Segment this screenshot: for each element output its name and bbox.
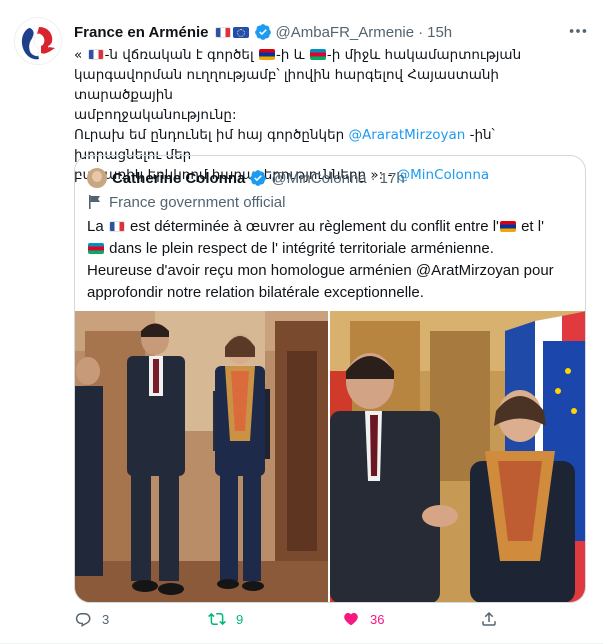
quoted-text-segment: La — [87, 218, 108, 235]
quoted-author-handle[interactable]: @MinColonna — [271, 170, 366, 187]
france-flag-icon — [87, 49, 104, 60]
government-label-text: France government official — [109, 193, 286, 211]
quoted-text-segment: dans le plein respect de l' intégrité te… — [105, 240, 494, 257]
dot-separator: · — [418, 23, 424, 41]
azerbaijan-flag-icon — [309, 49, 326, 60]
tweet-text-segment: -ի միջև հակամարտության — [326, 47, 522, 63]
quoted-tweet-header: Catherine Colonna @MinColonna · 17h — [87, 168, 405, 188]
retweet-count: 9 — [236, 611, 244, 627]
tweet[interactable]: France en Arménie @AmbaFR_Armenie · 15h … — [0, 0, 603, 644]
tweet-text-segment: -ն վճռական է գործել — [104, 47, 258, 63]
verified-badge-icon — [250, 170, 267, 186]
like-count: 36 — [370, 611, 385, 627]
dot-separator: · — [370, 169, 376, 187]
tweet-text-line: ամբողջականությունը: — [74, 107, 237, 123]
author-handle[interactable]: @AmbaFR_Armenie — [276, 24, 415, 41]
tweet-time[interactable]: 15h — [427, 24, 452, 41]
photo-ministers-handshake — [330, 311, 585, 602]
photo-ministers-walking — [75, 311, 328, 602]
tweet-text-segment: « — [74, 47, 87, 63]
tweet-text-segment: Ուրախ եմ ընդունել իմ հայ գործընկեր — [74, 127, 349, 143]
france-flag-icon — [214, 26, 231, 38]
quoted-author-name[interactable]: Catherine Colonna — [112, 170, 245, 187]
retweet-icon — [208, 612, 226, 626]
more-icon[interactable] — [567, 20, 589, 42]
avatar[interactable] — [14, 17, 62, 65]
government-label: France government official — [87, 192, 285, 212]
tweet-text-segment: -ի և — [275, 47, 309, 63]
photo-right[interactable] — [330, 311, 585, 602]
eu-flag-icon — [232, 26, 249, 38]
retweet-button[interactable]: 9 — [208, 605, 243, 633]
share-icon — [482, 611, 496, 626]
quoted-tweet-text: La est déterminée à œuvrer au règlement … — [87, 216, 573, 304]
quoted-text-segment: Heureuse d'avoir reçu mon homologue armé… — [87, 262, 554, 301]
quoted-avatar — [87, 168, 107, 188]
tweet-text-line: կարգավորման ուղղությամբ՝ լիովին հարգելով… — [74, 67, 499, 103]
quoted-text-segment: et l' — [516, 218, 544, 235]
armenia-flag-icon — [258, 49, 275, 60]
reply-icon — [75, 613, 91, 627]
author-name[interactable]: France en Arménie — [74, 24, 209, 41]
photo-left[interactable] — [75, 311, 328, 602]
reply-count: 3 — [102, 611, 110, 627]
quoted-text-segment: est déterminée à œuvrer au règlement du … — [125, 218, 499, 235]
share-button[interactable] — [480, 605, 508, 633]
quoted-tweet[interactable]: Catherine Colonna @MinColonna · 17h Fran… — [74, 155, 586, 603]
mention-link[interactable]: @AraratMirzoyan — [348, 127, 465, 143]
verified-badge-icon — [254, 24, 271, 40]
france-logo-icon — [21, 27, 55, 60]
armenia-flag-icon — [499, 221, 516, 232]
government-flag-icon — [89, 195, 100, 209]
like-button[interactable]: 36 — [342, 605, 384, 633]
france-flag-icon — [108, 221, 125, 232]
tweet-header: France en Arménie @AmbaFR_Armenie · 15h — [74, 21, 589, 43]
azerbaijan-flag-icon — [88, 243, 104, 254]
quoted-tweet-time[interactable]: 17h — [380, 170, 405, 187]
tweet-actions: 3 9 36 — [74, 605, 514, 633]
reply-button[interactable]: 3 — [74, 605, 109, 633]
like-icon — [344, 612, 358, 626]
